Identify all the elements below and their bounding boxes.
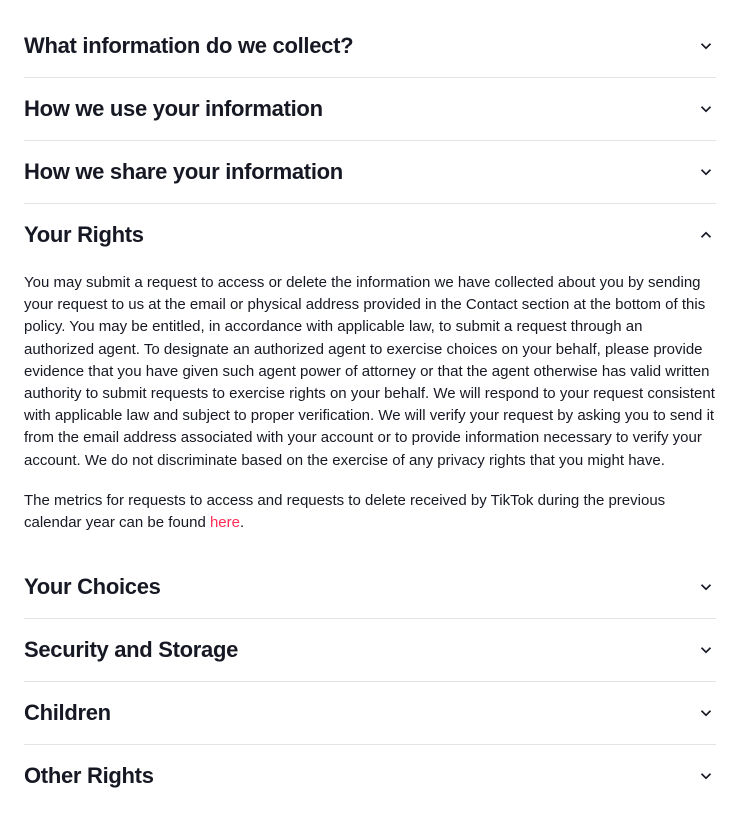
chevron-down-icon (696, 99, 716, 119)
accordion-item-how-we-use: How we use your information (24, 78, 716, 141)
accordion-header-children[interactable]: Children (24, 682, 716, 744)
accordion-item-your-choices: Your Choices (24, 556, 716, 619)
accordion-title: Your Rights (24, 222, 144, 248)
accordion-item-children: Children (24, 682, 716, 745)
chevron-up-icon (696, 225, 716, 245)
accordion-title: How we share your information (24, 159, 343, 185)
chevron-down-icon (696, 162, 716, 182)
accordion-header-other-rights[interactable]: Other Rights (24, 745, 716, 807)
accordion-item-other-rights: Other Rights (24, 745, 716, 807)
accordion-header-your-rights[interactable]: Your Rights (24, 204, 716, 266)
accordion-body-your-rights: You may submit a request to access or de… (24, 266, 716, 556)
accordion-item-how-we-share: How we share your information (24, 141, 716, 204)
accordion-header-how-we-use[interactable]: How we use your information (24, 78, 716, 140)
accordion-title: Security and Storage (24, 637, 238, 663)
body-paragraph: The metrics for requests to access and r… (24, 490, 716, 534)
accordion-header-security-storage[interactable]: Security and Storage (24, 619, 716, 681)
accordion-title: Your Choices (24, 574, 161, 600)
accordion-item-what-information: What information do we collect? (24, 15, 716, 78)
accordion-item-security-storage: Security and Storage (24, 619, 716, 682)
body-paragraph: You may submit a request to access or de… (24, 272, 716, 472)
chevron-down-icon (696, 577, 716, 597)
chevron-down-icon (696, 766, 716, 786)
accordion-header-what-information[interactable]: What information do we collect? (24, 15, 716, 77)
accordion-header-how-we-share[interactable]: How we share your information (24, 141, 716, 203)
accordion-title: Other Rights (24, 763, 154, 789)
accordion-title: How we use your information (24, 96, 323, 122)
chevron-down-icon (696, 640, 716, 660)
body-text: The metrics for requests to access and r… (24, 492, 665, 531)
body-text: . (240, 514, 244, 531)
accordion-title: What information do we collect? (24, 33, 353, 59)
chevron-down-icon (696, 36, 716, 56)
accordion-header-your-choices[interactable]: Your Choices (24, 556, 716, 618)
accordion-title: Children (24, 700, 111, 726)
chevron-down-icon (696, 703, 716, 723)
metrics-link[interactable]: here (210, 514, 240, 531)
accordion-item-your-rights: Your Rights You may submit a request to … (24, 204, 716, 556)
